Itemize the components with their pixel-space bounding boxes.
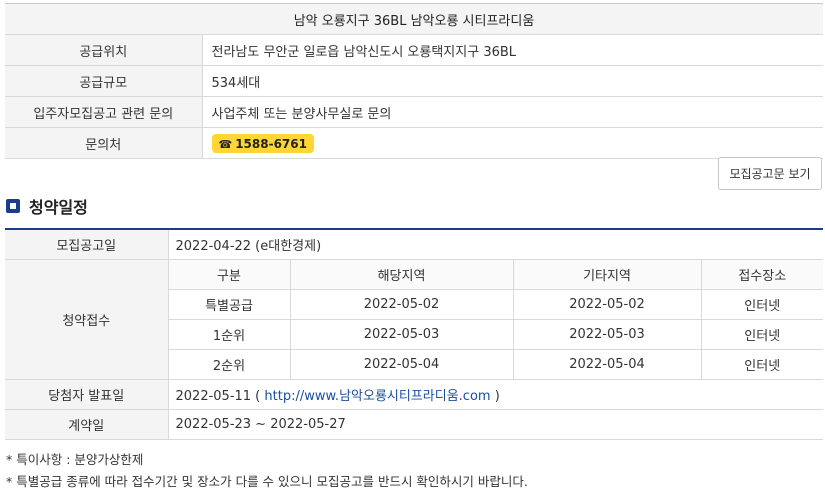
winner-close: ) — [494, 388, 500, 404]
view-notice-button[interactable]: 모집공고문 보기 — [718, 157, 822, 190]
receipt-type: 2순위 — [168, 349, 291, 380]
receipt-place: 인터넷 — [701, 319, 823, 350]
contact-row: 문의처 ☎ 1588-6761 — [5, 127, 823, 159]
inquiry-label: 입주자모집공고 관련 문의 — [5, 96, 203, 128]
receipt-local-date: 2022-05-02 — [290, 289, 514, 320]
supply-scale-row: 공급규모 534세대 — [5, 65, 823, 97]
notes: * 특이사항 : 분양가상한제 * 특별공급 종류에 따라 접수기간 및 장소가… — [6, 449, 528, 493]
section-title: 청약일정 — [29, 198, 88, 217]
winner-site-link[interactable]: http://www.남악오룡시티프라디움.com — [264, 389, 490, 404]
supply-scale-label: 공급규모 — [5, 65, 203, 97]
receipt-other-date: 2022-05-03 — [513, 319, 702, 350]
winner-label: 당첨자 발표일 — [5, 379, 169, 410]
contract-value: 2022-05-23 ~ 2022-05-27 — [168, 409, 823, 440]
receipt-local-date: 2022-05-04 — [290, 349, 514, 380]
receipt-header-local: 해당지역 — [290, 259, 514, 290]
receipt-header-row: 청약접수 구분 해당지역 기타지역 접수장소 — [5, 259, 823, 380]
complex-title: 남악 오룡지구 36BL 남악오룡 시티프라디움 — [5, 3, 823, 35]
phone-icon: ☎ — [218, 137, 233, 151]
receipt-local-date: 2022-05-03 — [290, 319, 514, 350]
receipt-label: 청약접수 — [5, 259, 169, 380]
receipt-header-other: 기타지역 — [513, 259, 702, 290]
receipt-header-type: 구분 — [168, 259, 291, 290]
announce-row: 모집공고일 2022-04-22 (e대한경제) — [5, 229, 823, 260]
supply-location-row: 공급위치 전라남도 무안군 일로읍 남악신도시 오룡택지지구 36BL — [5, 34, 823, 66]
announce-value: 2022-04-22 (e대한경제) — [168, 229, 823, 260]
schedule-table: 모집공고일 2022-04-22 (e대한경제) 청약접수 구분 해당지역 기타… — [5, 228, 823, 440]
supply-location-value: 전라남도 무안군 일로읍 남악신도시 오룡택지지구 36BL — [202, 34, 823, 66]
square-bullet-icon — [6, 199, 20, 213]
contract-row: 계약일 2022-05-23 ~ 2022-05-27 — [5, 409, 823, 440]
receipt-type: 특별공급 — [168, 289, 291, 320]
contact-label: 문의처 — [5, 127, 203, 159]
supply-scale-value: 534세대 — [202, 65, 823, 97]
announce-label: 모집공고일 — [5, 229, 169, 260]
note-warning: * 특별공급 종류에 따라 접수기간 및 장소가 다를 수 있으니 모집공고를 … — [6, 474, 528, 489]
receipt-other-date: 2022-05-04 — [513, 349, 702, 380]
receipt-type: 1순위 — [168, 319, 291, 350]
note-special: * 특이사항 : 분양가상한제 — [6, 452, 144, 467]
receipt-place: 인터넷 — [701, 289, 823, 320]
supply-info-title-row: 남악 오룡지구 36BL 남악오룡 시티프라디움 — [5, 3, 823, 35]
winner-row: 당첨자 발표일 2022-05-11 ( http://www.남악오룡시티프라… — [5, 379, 823, 410]
winner-date: 2022-05-11 ( — [175, 388, 261, 404]
inquiry-row: 입주자모집공고 관련 문의 사업주체 또는 분양사무실로 문의 — [5, 96, 823, 128]
receipt-place: 인터넷 — [701, 349, 823, 380]
contract-label: 계약일 — [5, 409, 169, 440]
section-heading: 청약일정 — [6, 194, 88, 218]
supply-location-label: 공급위치 — [5, 34, 203, 66]
inquiry-value: 사업주체 또는 분양사무실로 문의 — [202, 96, 823, 128]
supply-info-table: 남악 오룡지구 36BL 남악오룡 시티프라디움 공급위치 전라남도 무안군 일… — [5, 3, 823, 159]
phone-number: 1588-6761 — [235, 136, 307, 151]
receipt-other-date: 2022-05-02 — [513, 289, 702, 320]
phone-badge[interactable]: ☎ 1588-6761 — [211, 133, 314, 153]
receipt-header-place: 접수장소 — [701, 259, 823, 290]
